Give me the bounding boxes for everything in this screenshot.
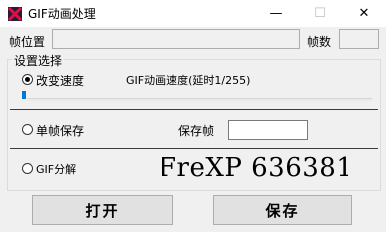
gif-split-radio[interactable] <box>22 163 33 174</box>
frame-count-field <box>339 29 379 49</box>
watermark-text: FreXP 6363818 <box>162 153 348 183</box>
frame-position-field <box>52 29 300 49</box>
save-frame-label: 保存帧 <box>178 124 215 138</box>
change-speed-label[interactable]: 改变速度 <box>36 72 84 89</box>
save-frame-input[interactable] <box>228 120 308 140</box>
gif-split-label[interactable]: GIF分解 <box>36 161 76 177</box>
close-icon: ✕ <box>358 6 370 21</box>
settings-group-label: 设置选择 <box>12 52 65 69</box>
slider-thumb[interactable] <box>22 91 26 99</box>
speed-slider[interactable] <box>22 89 376 103</box>
app-icon <box>7 6 23 22</box>
divider-1 <box>10 109 378 110</box>
window-title: GIF动画处理 <box>28 7 96 21</box>
frame-count-label: 帧数 <box>307 35 332 49</box>
minimize-icon: — <box>269 6 283 21</box>
title-bar: GIF动画处理 — ☐ ✕ <box>0 0 386 27</box>
single-frame-label[interactable]: 单帧保存 <box>36 122 84 139</box>
close-button[interactable]: ✕ <box>342 0 386 27</box>
watermark-clip: FreXP 6363818 <box>162 152 348 186</box>
slider-track <box>27 98 372 101</box>
minimize-button[interactable]: — <box>254 0 298 27</box>
single-frame-radio[interactable] <box>22 124 33 135</box>
maximize-icon: ☐ <box>314 6 326 21</box>
frame-position-label: 帧位置 <box>9 35 46 49</box>
change-speed-radio[interactable] <box>22 74 33 85</box>
save-button[interactable]: 保存 <box>213 195 352 225</box>
divider-2 <box>10 148 378 149</box>
open-button[interactable]: 打开 <box>32 195 173 225</box>
maximize-button[interactable]: ☐ <box>298 0 342 27</box>
speed-caption: GIF动画速度(延时1/255) <box>126 74 251 87</box>
